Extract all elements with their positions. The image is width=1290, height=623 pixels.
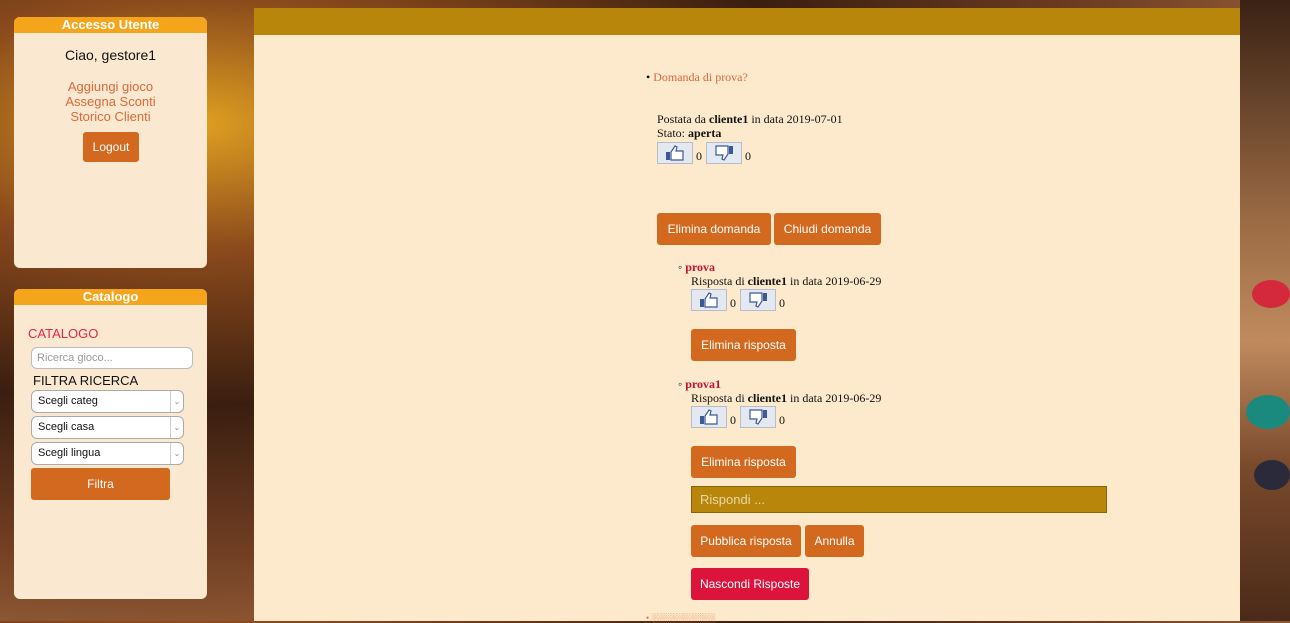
close-question-button[interactable]: Chiudi domanda — [774, 213, 881, 245]
publish-reply-button[interactable]: Pubblica risposta — [691, 525, 801, 557]
catalog-link[interactable]: CATALOGO — [28, 326, 98, 341]
cancel-reply-button[interactable]: Annulla — [805, 525, 864, 557]
user-access-panel: Accesso Utente Ciao, gestore1 Aggiungi g… — [14, 17, 207, 268]
top-bar — [254, 8, 1240, 35]
thumbs-up-icon — [666, 145, 684, 161]
answer-vote: 0 0 — [691, 289, 789, 311]
like-button[interactable] — [691, 406, 727, 428]
question-author: cliente1 — [709, 112, 749, 126]
thumbs-down-icon — [749, 409, 767, 425]
question-status: aperta — [688, 126, 722, 140]
like-count: 0 — [696, 149, 702, 163]
delete-question-button[interactable]: Elimina domanda — [657, 213, 771, 245]
assign-discounts-link[interactable]: Assegna Sconti — [14, 94, 207, 109]
like-button[interactable] — [691, 289, 727, 311]
publisher-select[interactable]: Scegli casa ⌄ — [31, 416, 184, 439]
answer-title: prova — [685, 260, 716, 274]
answer-vote: 0 0 — [691, 406, 789, 428]
delete-answer-button[interactable]: Elimina risposta — [691, 329, 796, 361]
hide-answers-button[interactable]: Nascondi Risposte — [691, 568, 809, 600]
catalog-panel: Catalogo CATALOGO Ricerca gioco... FILTR… — [14, 289, 207, 599]
customer-history-link[interactable]: Storico Clienti — [14, 109, 207, 124]
answer-item: ◦ prova1 Risposta di cliente1 in data 20… — [678, 377, 882, 405]
next-question-item: • ░░░░░░░░░░ — [646, 613, 716, 623]
catalog-panel-header: Catalogo — [14, 289, 207, 305]
filter-button[interactable]: Filtra — [31, 468, 170, 500]
chevron-down-icon: ⌄ — [170, 443, 183, 464]
delete-answer-button[interactable]: Elimina risposta — [691, 446, 796, 478]
background-photo — [1240, 0, 1290, 621]
question-item: • Domanda di prova? — [646, 70, 748, 84]
question-title-link[interactable]: Domanda di prova? — [653, 70, 748, 84]
dislike-count: 0 — [779, 413, 785, 427]
dislike-button[interactable] — [706, 142, 742, 164]
category-select[interactable]: Scegli categ ⌄ — [31, 390, 184, 413]
thumbs-up-icon — [700, 409, 718, 425]
like-button[interactable] — [657, 142, 693, 164]
logout-button[interactable]: Logout — [83, 132, 139, 162]
publisher-select-value: Scegli casa — [38, 421, 95, 433]
greeting: Ciao, gestore1 — [64, 47, 157, 63]
thumbs-down-icon — [749, 292, 767, 308]
category-select-value: Scegli categ — [38, 395, 98, 407]
reply-input[interactable]: Rispondi ... — [691, 486, 1107, 513]
dislike-button[interactable] — [740, 289, 776, 311]
language-select-value: Scegli lingua — [38, 447, 101, 459]
add-game-link[interactable]: Aggiungi gioco — [14, 79, 207, 94]
admin-links: Aggiungi gioco Assegna Sconti Storico Cl… — [14, 79, 207, 124]
main-content: • Domanda di prova? Postata da cliente1 … — [254, 35, 1240, 623]
like-count: 0 — [730, 413, 736, 427]
dislike-count: 0 — [779, 296, 785, 310]
user-panel-header: Accesso Utente — [14, 17, 207, 33]
filter-title: FILTRA RICERCA — [33, 373, 139, 388]
chevron-down-icon: ⌄ — [170, 417, 183, 438]
like-count: 0 — [730, 296, 736, 310]
thumbs-down-icon — [715, 145, 733, 161]
question-vote: 0 0 — [657, 142, 755, 164]
answer-author: cliente1 — [747, 391, 787, 405]
dislike-count: 0 — [745, 149, 751, 163]
answer-item: ◦ prova Risposta di cliente1 in data 201… — [678, 260, 882, 288]
thumbs-up-icon — [700, 292, 718, 308]
language-select[interactable]: Scegli lingua ⌄ — [31, 442, 184, 465]
answer-title: prova1 — [685, 377, 722, 391]
search-input[interactable]: Ricerca gioco... — [31, 347, 193, 369]
question-meta: Postata da cliente1 in data 2019-07-01 S… — [657, 112, 843, 140]
dislike-button[interactable] — [740, 406, 776, 428]
chevron-down-icon: ⌄ — [170, 391, 183, 412]
answer-author: cliente1 — [747, 274, 787, 288]
